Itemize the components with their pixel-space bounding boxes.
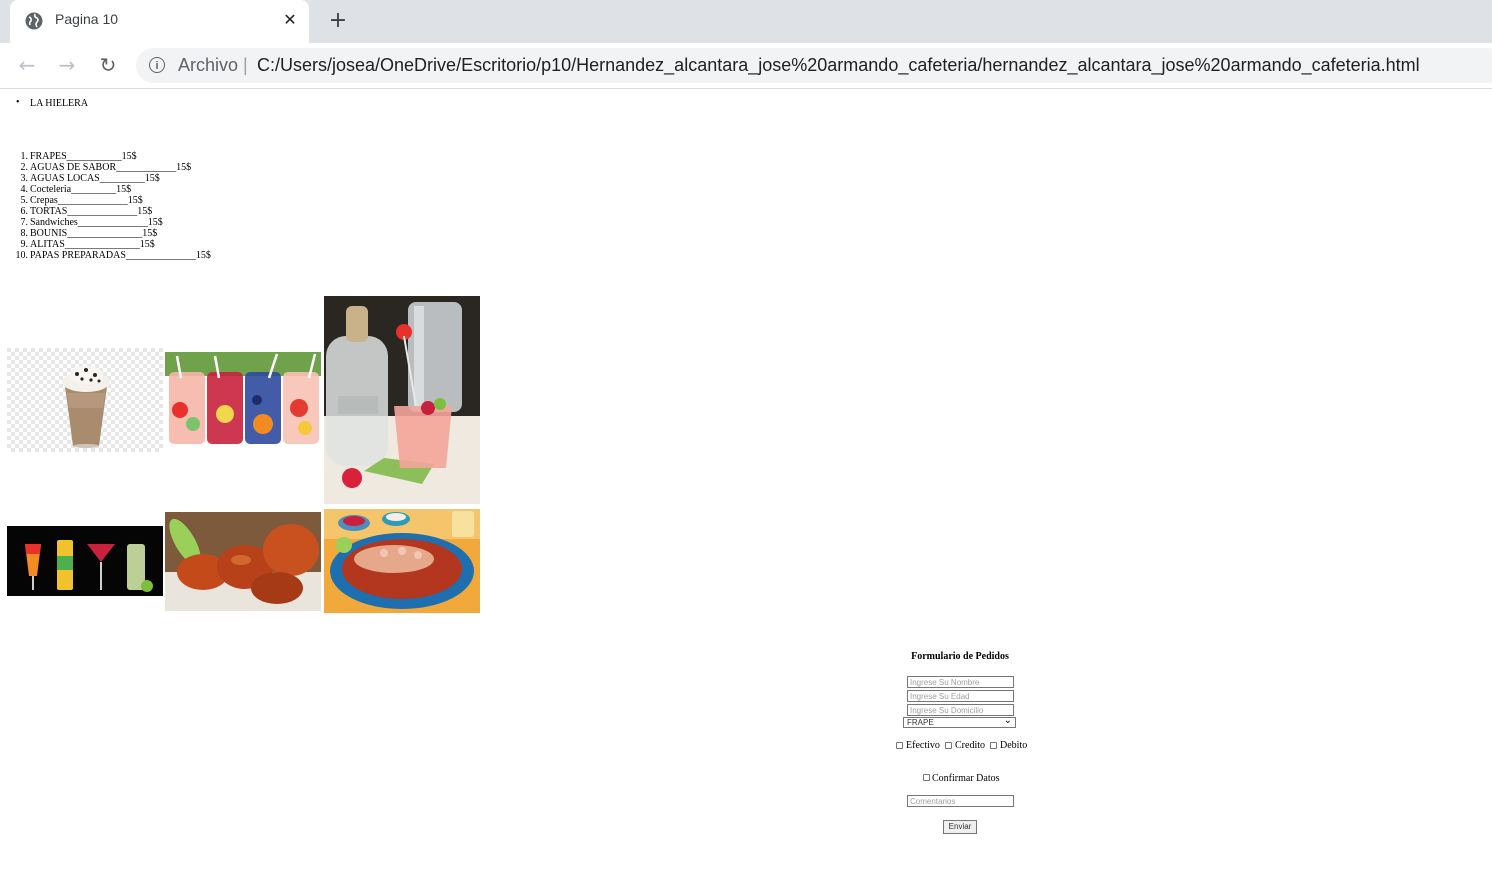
item-number: 1. (20, 151, 29, 162)
close-icon[interactable]: ✕ (281, 11, 299, 29)
cocktail-bottle-image (324, 296, 480, 504)
tab-title: Pagina 10 (55, 11, 119, 27)
list-item: 4. Cocteleria_________15$ (6, 184, 211, 195)
list-item: 1. FRAPES___________15$ (6, 151, 211, 162)
frappe-image (7, 348, 163, 452)
item-number: 8. (20, 228, 29, 239)
debit-checkbox[interactable] (990, 742, 997, 749)
bullet-list: LA HIELERA (16, 97, 88, 109)
comments-field[interactable] (907, 795, 1014, 807)
fruit-waters-image (165, 352, 321, 446)
scheme-separator: | (243, 55, 248, 75)
item-number: 7. (20, 217, 29, 228)
item-text: BOUNIS_______________15$ (30, 228, 158, 239)
reload-icon[interactable]: ↻ (96, 53, 120, 77)
item-text: Crepas______________15$ (30, 195, 143, 206)
credit-label: Credito (955, 740, 985, 751)
age-field[interactable] (907, 690, 1014, 702)
item-number: 9. (20, 239, 29, 250)
cash-checkbox[interactable] (896, 742, 903, 749)
chevron-down-icon: ⌄ (1003, 715, 1012, 726)
product-select[interactable]: FRAPE ⌄ (903, 715, 1016, 728)
page-content: LA HIELERA 1.FRAPES___________15$ 2.AGUA… (0, 89, 1492, 891)
menu-list: 1. FRAPES___________15$ 2. AGUAS DE SABOR_… (6, 151, 211, 261)
prepared-potatoes-image (324, 509, 480, 613)
list-item: 6. TORTAS______________15$ (6, 206, 211, 217)
item-number: 10. (15, 250, 29, 261)
confirm-checkbox[interactable] (923, 774, 930, 781)
item-number: 3. (20, 173, 29, 184)
list-item: LA HIELERA (16, 97, 88, 109)
address-field[interactable] (907, 704, 1014, 716)
address-bar[interactable]: i Archivo | C:/Users/josea/OneDrive/Escr… (136, 48, 1492, 83)
list-item: 10. PAPAS PREPARADAS______________15$ (6, 250, 211, 261)
list-item: 7. Sandwiches______________15$ (6, 217, 211, 228)
item-number: 2. (20, 162, 29, 173)
item-text: PAPAS PREPARADAS______________15$ (30, 250, 211, 261)
confirm-label: Confirmar Datos (932, 773, 1000, 784)
info-icon[interactable]: i (149, 57, 165, 73)
item-text: Cocteleria_________15$ (30, 184, 132, 195)
item-number: 6. (20, 206, 29, 217)
cocktails-image (7, 526, 163, 596)
list-item: 8. BOUNIS_______________15$ (6, 228, 211, 239)
forward-arrow-icon[interactable]: → (55, 53, 79, 77)
scheme-label: Archivo (178, 55, 239, 75)
browser-toolbar: ← → ↻ i Archivo | C:/Users/josea/OneDriv… (0, 43, 1492, 89)
item-number: 5. (20, 195, 29, 206)
item-text: AGUAS LOCAS_________15$ (30, 173, 160, 184)
debit-label: Debito (1000, 740, 1028, 751)
item-text: ALITAS_______________15$ (30, 239, 155, 250)
select-value: FRAPE (907, 718, 934, 727)
item-text: Sandwiches______________15$ (30, 217, 163, 228)
item-text: AGUAS DE SABOR____________15$ (30, 162, 192, 173)
form-title: Formulario de Pedidos (911, 651, 1009, 662)
tab-strip: Pagina 10 ✕ + (0, 0, 1492, 43)
name-field[interactable] (907, 676, 1014, 688)
submit-button[interactable]: Enviar (943, 820, 977, 834)
globe-icon (25, 12, 43, 30)
list-item: 9. ALITAS_______________15$ (6, 239, 211, 250)
list-item: 5. Crepas______________15$ (6, 195, 211, 206)
credit-checkbox[interactable] (945, 742, 952, 749)
item-number: 4. (20, 184, 29, 195)
back-arrow-icon[interactable]: ← (15, 53, 39, 77)
browser-tab[interactable]: Pagina 10 ✕ (10, 0, 309, 43)
item-text: FRAPES___________15$ (30, 151, 137, 162)
list-item: 3. AGUAS LOCAS_________15$ (6, 173, 211, 184)
url-text[interactable]: C:/Users/josea/OneDrive/Escritorio/p10/H… (257, 55, 1420, 76)
plus-icon[interactable]: + (326, 9, 350, 33)
list-item: 2. AGUAS DE SABOR____________15$ (6, 162, 211, 173)
cash-label: Efectivo (906, 740, 940, 751)
chicken-wings-image (165, 512, 321, 611)
item-text: TORTAS______________15$ (30, 206, 153, 217)
